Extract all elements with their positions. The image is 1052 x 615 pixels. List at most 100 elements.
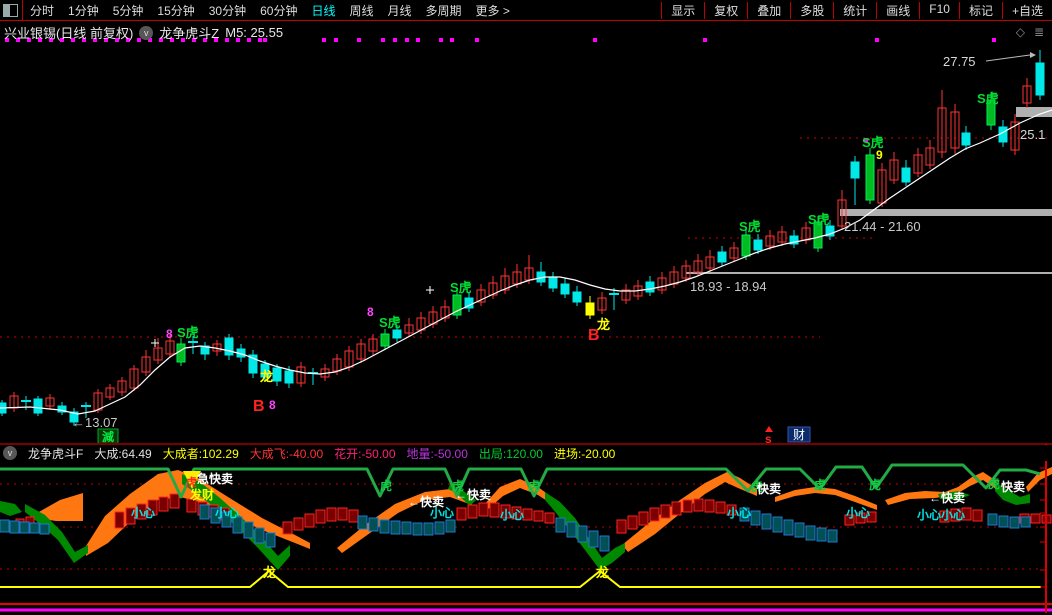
- red-bar: [660, 504, 671, 519]
- red-bar: [304, 513, 315, 528]
- panel-label-18: 小心: [500, 507, 524, 522]
- candle-body: [392, 329, 402, 339]
- price-band: [686, 272, 1052, 274]
- red-bar: [704, 499, 715, 513]
- indicator-fields: 大成:64.49 大成者:102.29 大成飞:-40.00 花开:-50.00 地量:…: [94, 445, 615, 462]
- signal-dot: [992, 38, 996, 42]
- menu-item-1[interactable]: 1分钟: [61, 2, 106, 19]
- overlay-indicator-name: 龙争虎斗Z: [159, 26, 220, 41]
- teal-bar: [577, 525, 588, 543]
- red-bar: [533, 510, 544, 522]
- tool-item-2[interactable]: 叠加: [747, 1, 790, 19]
- panel-label-13: ←快卖: [455, 487, 491, 502]
- teal-bar: [19, 521, 30, 534]
- red-bar: [169, 493, 180, 509]
- panel-label-3: 小心: [131, 505, 155, 520]
- tool-item-1[interactable]: 复权: [704, 1, 747, 19]
- chart-title-row: 兴业银锡(日线 前复权) v 龙争虎斗Z M5: 25.55: [4, 23, 283, 42]
- panel-label-21: 小心小心: [917, 507, 965, 522]
- signal-dot: [450, 38, 454, 42]
- menu-item-2[interactable]: 5分钟: [106, 2, 151, 19]
- signal-dot: [334, 38, 338, 42]
- period-menu: 分时 1分钟 5分钟 15分钟 30分钟 60分钟 日线 周线 月线 多周期 更多 >: [23, 2, 517, 19]
- candle-body: [741, 234, 751, 257]
- teal-bar: [761, 513, 772, 530]
- signal-dot: [322, 38, 326, 42]
- chart-canvas[interactable]: s8 S虎8S虎S虎S虎 S虎S虎9S虎龙B 8龙B27.75←13.0721.44 …: [0, 0, 1052, 615]
- chart-annotation-11: B: [253, 398, 265, 415]
- red-bar: [682, 499, 693, 513]
- tool-item-3[interactable]: 多股: [790, 1, 833, 19]
- menu-item-0[interactable]: 分时: [23, 2, 61, 19]
- panel-label-10: 虎: [869, 477, 881, 492]
- panel-label-14: 快卖: [757, 481, 781, 496]
- chevron-down-icon[interactable]: v: [139, 25, 154, 40]
- teal-bar: [772, 516, 783, 533]
- tool-item-6[interactable]: F10: [919, 1, 959, 19]
- chart-annotation-18: 18.93 - 18.94: [690, 279, 767, 294]
- menu-item-6[interactable]: 日线: [304, 2, 342, 19]
- red-bar: [972, 509, 983, 522]
- chart-annotation-20: 減: [102, 429, 114, 444]
- tool-item-4[interactable]: 统计: [833, 1, 876, 19]
- tool-item-5[interactable]: 画线: [876, 1, 919, 19]
- green-ribbon: [0, 501, 22, 516]
- chart-annotation-5: S虎: [739, 219, 761, 234]
- chart-annotation-14: B: [588, 327, 600, 344]
- red-bar: [348, 509, 359, 523]
- candle-body: [272, 367, 282, 382]
- teal-bar: [9, 520, 20, 534]
- indicator-field-4: 地量:-50.00: [406, 446, 468, 461]
- period-menubar: 分时 1分钟 5分钟 15分钟 30分钟 60分钟 日线 周线 月线 多周期 更多 > 显示 复权 叠加…: [0, 0, 1052, 21]
- teal-bar: [566, 521, 577, 538]
- chart-annotation-3: S虎: [379, 315, 401, 330]
- tool-item-0[interactable]: 显示: [661, 1, 704, 19]
- menu-item-5[interactable]: 60分钟: [253, 2, 304, 19]
- red-bar: [616, 519, 627, 534]
- indicator-field-3: 花开:-50.00: [334, 446, 396, 461]
- chart-annotation-19: 25.1: [1020, 127, 1045, 142]
- panel-label-7: 虎: [528, 478, 540, 493]
- indicator-header: v 龙争虎斗F 大成:64.49 大成者:102.29 大成飞:-40.00 花开:-…: [0, 445, 1052, 461]
- teal-bar: [555, 517, 566, 533]
- teal-bar: [588, 530, 599, 548]
- indicator-field-1: 大成者:102.29: [162, 446, 239, 461]
- candle-body: [961, 132, 971, 146]
- tool-item-7[interactable]: 标记: [958, 1, 1002, 19]
- indicator-field-0: 大成:64.49: [94, 446, 152, 461]
- menu-item-3[interactable]: 15分钟: [150, 2, 201, 19]
- signal-dot: [703, 38, 707, 42]
- list-icon[interactable]: ≣: [1034, 25, 1044, 39]
- candle-body: [645, 281, 655, 293]
- tool-item-8[interactable]: +自选: [1001, 1, 1052, 19]
- signal-dot: [475, 38, 479, 42]
- candle-body: [284, 370, 294, 384]
- menu-item-10[interactable]: 更多 >: [469, 2, 517, 19]
- panel-label-23: 龙: [596, 565, 609, 580]
- menu-item-7[interactable]: 周线: [342, 2, 380, 19]
- chart-annotation-8: 9: [876, 148, 883, 162]
- panel-label-16: 快卖: [1001, 479, 1025, 494]
- teal-bar: [998, 515, 1009, 528]
- chart-annotation-15: 27.75: [943, 54, 976, 69]
- symbol-title: 兴业银锡(日线 前复权): [4, 26, 134, 41]
- menu-item-9[interactable]: 多周期: [419, 2, 469, 19]
- teal-bar: [423, 522, 434, 536]
- chevron-down-icon[interactable]: v: [3, 446, 17, 460]
- window-split-icon[interactable]: [3, 3, 18, 17]
- red-bar: [337, 507, 348, 521]
- chart-annotation-6: S虎: [808, 212, 830, 227]
- candle-body: [224, 337, 234, 356]
- candle-body: [585, 302, 595, 316]
- diamond-icon[interactable]: ◇: [1016, 25, 1025, 39]
- panel-label-11: 虎: [988, 476, 1000, 491]
- red-bar: [671, 501, 682, 516]
- signal-dot: [393, 38, 397, 42]
- chart-annotation-2: 8: [367, 305, 374, 319]
- candle-body: [548, 277, 558, 289]
- teal-bar: [243, 521, 254, 539]
- menu-item-4[interactable]: 30分钟: [202, 2, 253, 19]
- menu-item-8[interactable]: 月线: [381, 2, 419, 19]
- signal-dot: [875, 38, 879, 42]
- red-bar: [114, 511, 125, 529]
